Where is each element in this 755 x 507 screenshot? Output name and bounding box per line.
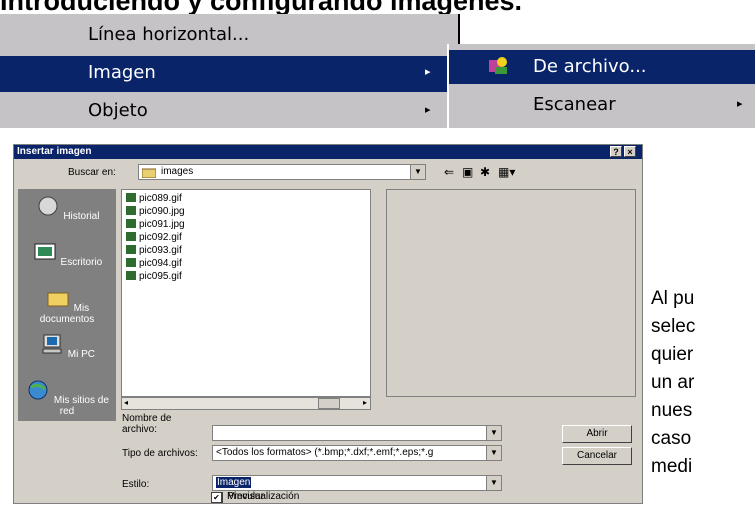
look-in-value: images <box>161 166 194 177</box>
paragraph-line: selec <box>651 316 696 337</box>
documents-folder-icon <box>47 292 69 307</box>
file-item[interactable]: pic090.jpg <box>126 206 185 219</box>
checkbox-checked-icon[interactable]: ✔ <box>211 492 222 503</box>
place-label: Mis sitios de red <box>53 395 109 417</box>
submenu-arrow-icon: ▸ <box>425 103 431 116</box>
file-name: pic095.gif <box>139 271 182 282</box>
file-item[interactable]: pic091.jpg <box>126 219 185 232</box>
image-file-icon <box>126 219 136 228</box>
filename-input[interactable]: ▼ <box>212 425 502 441</box>
cancel-button[interactable]: Cancelar <box>562 447 632 465</box>
place-escritorio[interactable]: Escritorio <box>18 237 116 285</box>
place-mis-documentos[interactable]: Mis documentos <box>18 283 116 331</box>
file-name: pic092.gif <box>139 232 182 243</box>
menu-item-linea-horizontal[interactable]: Línea horizontal... <box>0 18 458 54</box>
file-name: pic089.gif <box>139 193 182 204</box>
views-menu-icon[interactable]: ▦▾ <box>498 165 515 179</box>
filetype-value: <Todos los formatos> (*.bmp;*.dxf;*.emf;… <box>216 447 434 458</box>
submenu-item-escanear[interactable]: Escanear ▸ <box>449 88 755 124</box>
file-name: pic091.jpg <box>139 219 185 230</box>
preview-pane <box>386 189 636 397</box>
place-label: Historial <box>63 211 100 222</box>
place-mis-sitios-de-red[interactable]: Mis sitios de red <box>18 375 116 423</box>
file-name: pic090.jpg <box>139 206 185 217</box>
paragraph-line: Al pu <box>651 288 695 309</box>
image-file-icon <box>126 193 136 202</box>
file-item[interactable]: pic094.gif <box>126 258 182 271</box>
submenu-item-label: Escanear <box>533 94 616 115</box>
style-label: Estilo: <box>122 479 150 490</box>
menu-item-imagen[interactable]: Imagen ▸ <box>0 56 458 92</box>
chevron-down-icon[interactable]: ▼ <box>486 476 501 490</box>
menu-item-objeto[interactable]: Objeto ▸ <box>0 94 458 130</box>
filetype-label: Tipo de archivos: <box>122 448 198 459</box>
look-in-select[interactable]: images ▼ <box>138 164 426 180</box>
folder-icon <box>142 168 156 178</box>
open-button[interactable]: Abrir <box>562 425 632 443</box>
back-arrow-icon[interactable]: ⇐ <box>444 165 454 179</box>
dialog-title: Insertar imagen <box>17 146 92 157</box>
look-in-label: Buscar en: <box>68 167 116 178</box>
dialog-titlebar: Insertar imagen ? × <box>14 145 642 159</box>
body-paragraph: Al pu selec quier un ar nues caso medi <box>651 285 755 481</box>
network-globe-icon <box>28 380 48 400</box>
chevron-down-icon[interactable]: ▼ <box>486 446 501 460</box>
image-file-icon <box>126 245 136 254</box>
place-mi-pc[interactable]: Mi PC <box>18 329 116 377</box>
chevron-down-icon[interactable]: ▼ <box>486 426 501 440</box>
file-list-hscrollbar[interactable]: ◂ ▸ <box>121 397 371 410</box>
menu-item-label: Objeto <box>88 100 148 121</box>
paragraph-line: caso <box>651 428 692 449</box>
place-label: Escritorio <box>60 257 103 268</box>
file-item[interactable]: pic095.gif <box>126 271 182 284</box>
file-item[interactable]: pic093.gif <box>126 245 182 258</box>
style-select[interactable]: Imagen ▼ <box>212 475 502 491</box>
places-bar: Historial Escritorio Mis documentos Mi P… <box>18 189 116 421</box>
submenu-item-de-archivo[interactable]: De archivo... <box>449 50 755 84</box>
close-button[interactable]: × <box>624 146 636 157</box>
image-file-icon <box>126 232 136 241</box>
submenu-arrow-icon: ▸ <box>737 97 743 110</box>
submenu-arrow-icon: ▸ <box>425 65 431 78</box>
file-name: pic093.gif <box>139 245 182 256</box>
place-label: Mi PC <box>67 349 95 360</box>
paragraph-line: un ar <box>651 372 695 393</box>
paragraph-line: nues <box>651 400 693 421</box>
chevron-down-icon[interactable]: ▼ <box>410 165 425 179</box>
image-file-icon <box>126 258 136 267</box>
paragraph-line: medi <box>651 456 693 477</box>
insert-menu: Línea horizontal... Imagen ▸ Objeto ▸ <box>0 14 460 128</box>
filetype-select[interactable]: <Todos los formatos> (*.bmp;*.dxf;*.emf;… <box>212 445 502 461</box>
scroll-left-icon[interactable]: ◂ <box>124 398 128 407</box>
image-file-icon <box>126 206 136 215</box>
filename-label: Nombre de archivo: <box>122 413 172 435</box>
image-file-icon <box>489 57 507 74</box>
menu-item-label: Imagen <box>88 62 156 83</box>
submenu-item-label: De archivo... <box>533 56 647 77</box>
file-item[interactable]: pic089.gif <box>126 193 182 206</box>
up-folder-icon[interactable]: ▣ <box>462 165 473 179</box>
help-button[interactable]: ? <box>610 146 622 157</box>
desktop-icon <box>34 243 56 260</box>
insert-image-dialog: Insertar imagen ? × Buscar en: images ▼ … <box>13 144 643 504</box>
imagen-submenu: De archivo... Escanear ▸ <box>447 44 755 128</box>
style-value: Imagen <box>216 477 252 488</box>
file-name: pic094.gif <box>139 258 182 269</box>
menu-item-label: Línea horizontal... <box>88 24 250 45</box>
checkbox-label: Previsualización <box>227 491 300 502</box>
history-icon <box>38 196 58 216</box>
paragraph-line: quier <box>651 344 694 365</box>
file-list: pic089.gif pic090.jpg pic091.jpg pic092.… <box>121 189 371 397</box>
preview-checkbox[interactable]: ✔ Previsualización <box>211 491 299 503</box>
place-historial[interactable]: Historial <box>18 191 116 239</box>
computer-icon <box>42 334 62 354</box>
scroll-thumb[interactable] <box>318 398 340 409</box>
new-folder-icon[interactable]: ✱ <box>480 165 490 179</box>
scroll-right-icon[interactable]: ▸ <box>363 398 367 407</box>
image-file-icon <box>126 271 136 280</box>
file-item[interactable]: pic092.gif <box>126 232 182 245</box>
